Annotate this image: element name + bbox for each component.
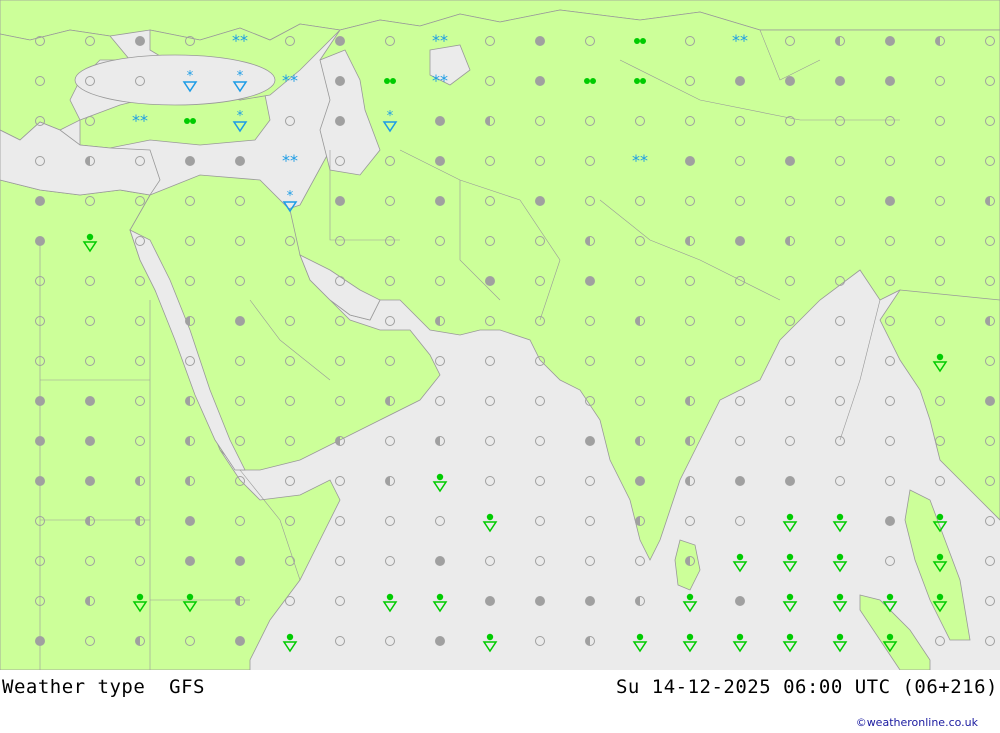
overcast-icon bbox=[735, 476, 745, 486]
overcast-icon bbox=[35, 396, 45, 406]
overcast-icon bbox=[185, 156, 195, 166]
overcast-icon bbox=[85, 436, 95, 446]
overcast-icon bbox=[885, 196, 895, 206]
svg-text:**: ** bbox=[282, 71, 298, 90]
overcast-icon bbox=[335, 76, 345, 86]
overcast-icon bbox=[435, 156, 445, 166]
overcast-icon bbox=[85, 476, 95, 486]
snow-icon: ** bbox=[132, 111, 148, 130]
overcast-icon bbox=[185, 556, 195, 566]
svg-text:**: ** bbox=[432, 31, 448, 50]
svg-text:**: ** bbox=[232, 31, 248, 50]
layer-label: Weather type bbox=[2, 676, 146, 698]
overcast-icon bbox=[735, 596, 745, 606]
overcast-icon bbox=[35, 196, 45, 206]
overcast-icon bbox=[785, 476, 795, 486]
snow-icon: ** bbox=[432, 31, 448, 50]
overcast-icon bbox=[735, 76, 745, 86]
overcast-icon bbox=[885, 36, 895, 46]
overcast-icon bbox=[535, 596, 545, 606]
overcast-icon bbox=[885, 516, 895, 526]
overcast-icon bbox=[435, 196, 445, 206]
snow-icon: ** bbox=[432, 71, 448, 90]
snow-icon: ** bbox=[282, 151, 298, 170]
map-title: Weather type GFS bbox=[2, 676, 205, 698]
overcast-icon bbox=[435, 556, 445, 566]
svg-text:**: ** bbox=[432, 71, 448, 90]
overcast-icon bbox=[585, 276, 595, 286]
overcast-icon bbox=[485, 596, 495, 606]
overcast-icon bbox=[335, 116, 345, 126]
overcast-icon bbox=[535, 76, 545, 86]
overcast-icon bbox=[485, 276, 495, 286]
overcast-icon bbox=[435, 636, 445, 646]
overcast-icon bbox=[335, 196, 345, 206]
overcast-icon bbox=[885, 76, 895, 86]
forecast-datetime: Su 14-12-2025 06:00 UTC (06+216) bbox=[615, 676, 998, 698]
svg-text:**: ** bbox=[732, 31, 748, 50]
overcast-icon bbox=[585, 596, 595, 606]
svg-text:**: ** bbox=[632, 151, 648, 170]
overcast-icon bbox=[185, 516, 195, 526]
overcast-icon bbox=[685, 156, 695, 166]
snow-icon: ** bbox=[232, 31, 248, 50]
overcast-icon bbox=[35, 236, 45, 246]
overcast-icon bbox=[435, 116, 445, 126]
black-sea bbox=[74, 54, 276, 106]
overcast-icon bbox=[635, 476, 645, 486]
overcast-icon bbox=[535, 36, 545, 46]
credit-link[interactable]: ©weatheronline.co.uk bbox=[856, 716, 978, 729]
snow-icon: ** bbox=[732, 31, 748, 50]
overcast-icon bbox=[985, 396, 995, 406]
overcast-icon bbox=[785, 156, 795, 166]
overcast-icon bbox=[235, 556, 245, 566]
overcast-icon bbox=[335, 36, 345, 46]
overcast-icon bbox=[735, 236, 745, 246]
overcast-icon bbox=[35, 476, 45, 486]
overcast-icon bbox=[135, 36, 145, 46]
model-label: GFS bbox=[169, 676, 205, 698]
overcast-icon bbox=[235, 636, 245, 646]
overcast-icon bbox=[235, 156, 245, 166]
overcast-icon bbox=[35, 436, 45, 446]
weather-map: ** ** *** * ** **** * *** *** bbox=[0, 0, 1000, 670]
overcast-icon bbox=[785, 76, 795, 86]
overcast-icon bbox=[35, 636, 45, 646]
overcast-icon bbox=[835, 76, 845, 86]
overcast-icon bbox=[235, 316, 245, 326]
svg-text:**: ** bbox=[282, 151, 298, 170]
svg-text:**: ** bbox=[132, 111, 148, 130]
overcast-icon bbox=[535, 196, 545, 206]
snow-icon: ** bbox=[632, 151, 648, 170]
snow-icon: ** bbox=[282, 71, 298, 90]
overcast-icon bbox=[585, 436, 595, 446]
overcast-icon bbox=[85, 396, 95, 406]
